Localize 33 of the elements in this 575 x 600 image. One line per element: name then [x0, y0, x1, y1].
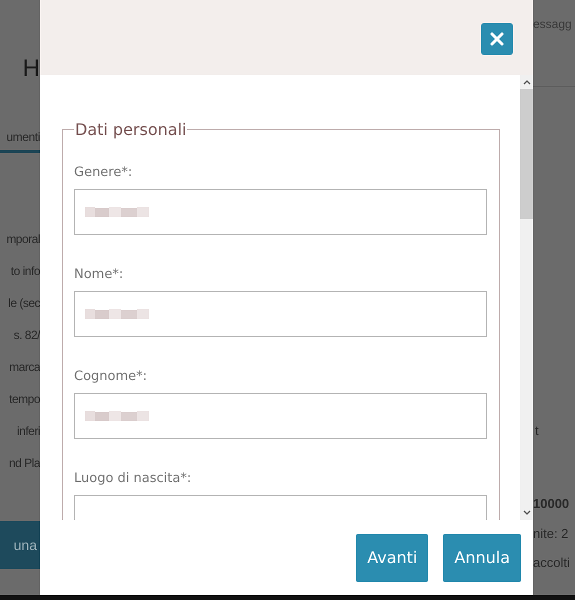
- input-field[interactable]: [74, 393, 487, 439]
- page-text: t: [535, 423, 540, 439]
- field-label: Nome*:: [74, 267, 124, 283]
- body-text: tempo: [9, 391, 40, 407]
- body-text: to info: [10, 263, 40, 279]
- scroll-up-icon[interactable]: [522, 79, 530, 85]
- scrollbar[interactable]: [520, 75, 533, 520]
- scroll-down-icon[interactable]: [522, 510, 530, 516]
- close-icon: [490, 32, 504, 46]
- fieldset-legend: Dati personali: [74, 120, 188, 139]
- redacted-value-drawing: [85, 307, 149, 321]
- page-text: accolti: [533, 555, 571, 571]
- field-label: Genere*:: [74, 165, 134, 181]
- cancel-button[interactable]: Annula: [443, 534, 521, 582]
- page-text: nite: 2: [533, 526, 570, 542]
- field-label: Cognome*:: [74, 369, 148, 385]
- close-button[interactable]: [481, 23, 513, 55]
- redacted-value-drawing: [85, 409, 149, 423]
- body-text: le (sec: [8, 295, 40, 311]
- body-text: nd Pla: [8, 455, 40, 471]
- page-text: 10000: [533, 496, 570, 512]
- page-button[interactable]: una: [0, 521, 40, 569]
- scrollbar-thumb[interactable]: [520, 89, 533, 219]
- input-field[interactable]: [74, 189, 487, 235]
- input-field[interactable]: [74, 291, 487, 337]
- body-text: mporal: [6, 231, 40, 247]
- page-heading: H: [22, 55, 40, 84]
- field-label: Luogo di nascita*:: [74, 471, 192, 487]
- redacted-value-drawing: [85, 205, 149, 219]
- body-text: inferi: [16, 423, 40, 439]
- next-button[interactable]: Avanti: [356, 534, 428, 582]
- body-text: s. 82/: [14, 327, 40, 343]
- body-text: marca: [9, 359, 40, 375]
